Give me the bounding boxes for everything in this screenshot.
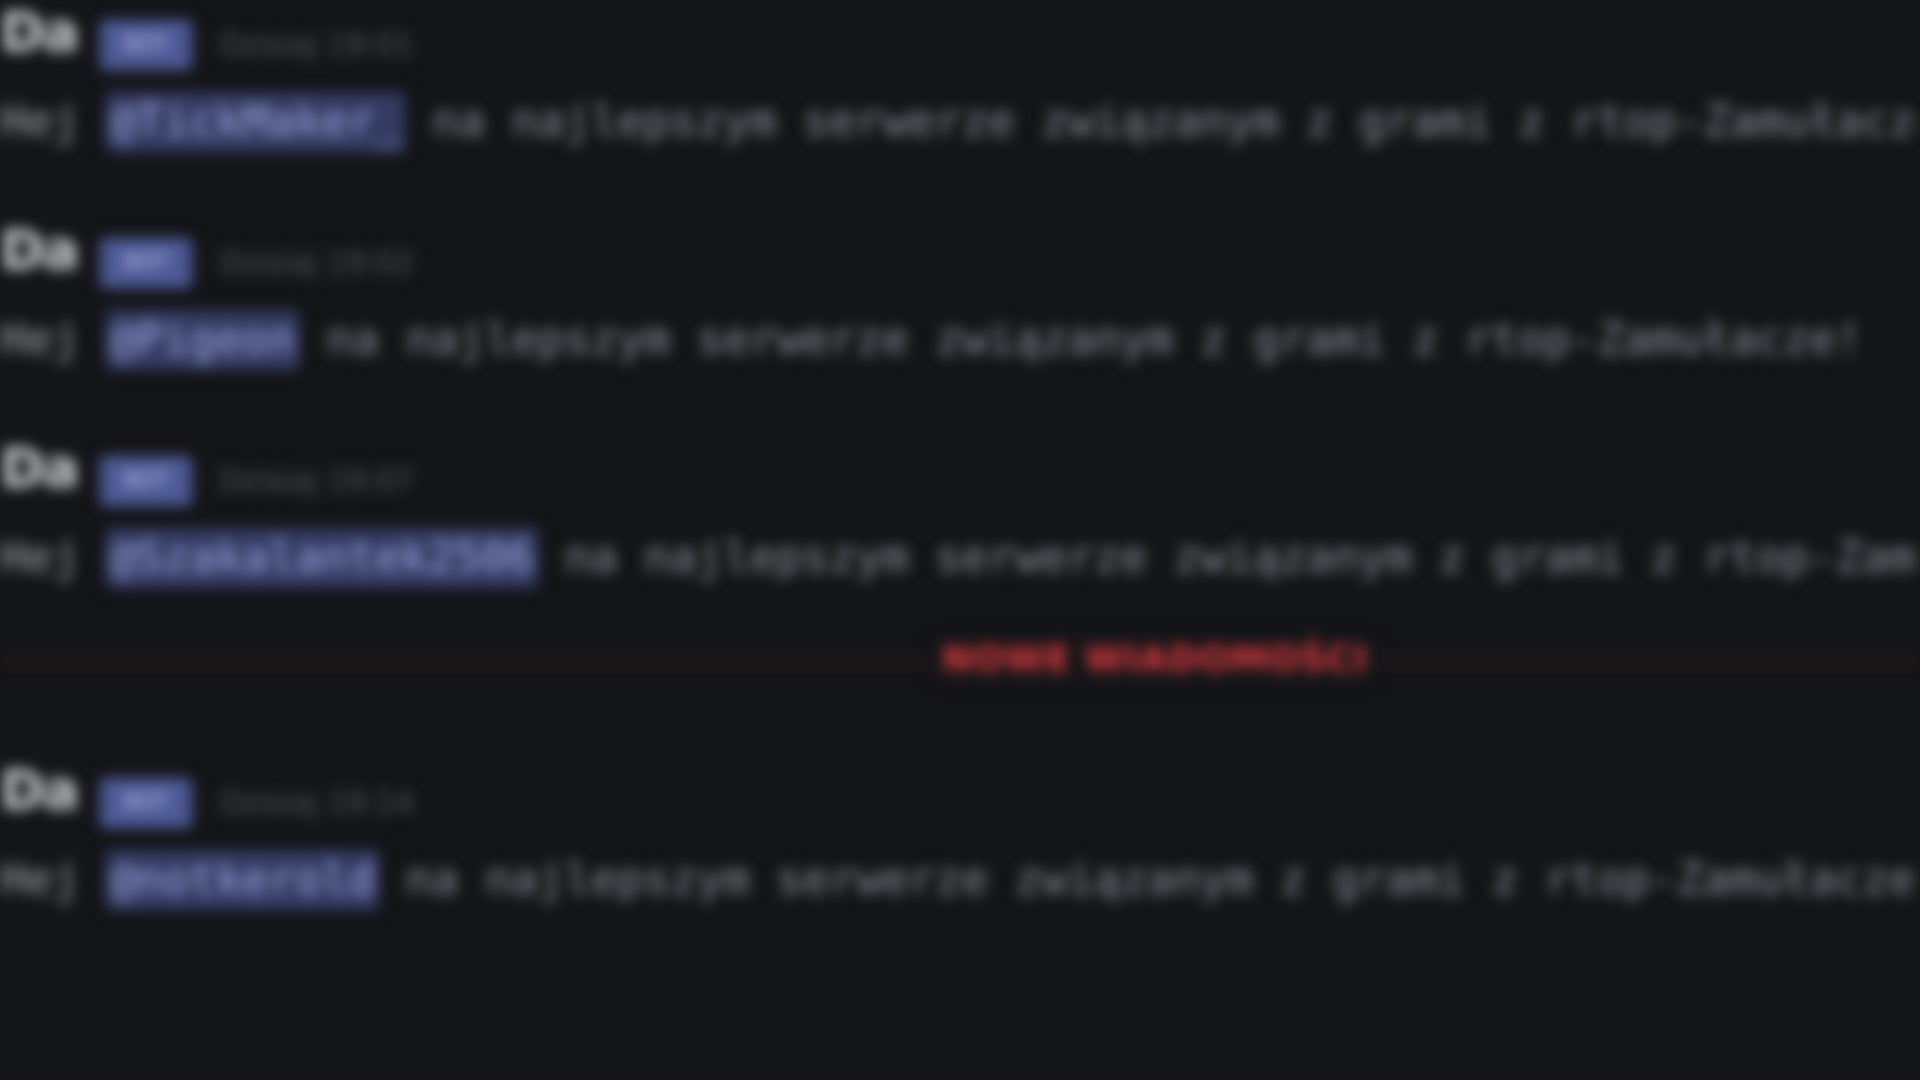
chat-viewport[interactable]: Da BOT Dzisiaj 19:01 Hej @TickMaker_ na …: [0, 0, 1920, 1080]
user-mention[interactable]: @Pigeon: [105, 310, 300, 370]
greeting: Hej: [0, 314, 80, 365]
bot-tag: BOT: [100, 456, 192, 506]
greeting: Hej: [0, 96, 80, 147]
timestamp: Dzisiaj 19:14: [220, 786, 414, 821]
author-name[interactable]: Da: [0, 764, 79, 818]
bot-tag: BOT: [100, 238, 192, 288]
user-mention[interactable]: @notkerold: [105, 850, 379, 910]
timestamp: Dzisiaj 19:07: [220, 464, 414, 499]
author-name[interactable]: Da: [0, 224, 79, 278]
timestamp: Dzisiaj 19:01: [220, 28, 414, 63]
greeting: Hej: [0, 854, 80, 905]
user-mention[interactable]: @TickMaker_: [105, 92, 406, 152]
author-name[interactable]: Da: [0, 6, 79, 60]
message-header: Da BOT Dzisiaj 19:02: [0, 218, 600, 288]
message-content: Hej @TickMaker_ na najlepszym serwerze z…: [0, 92, 1920, 152]
message-content: Hej @Szakalantek2506 na najlepszym serwe…: [0, 528, 1920, 588]
message-header: Da BOT Dzisiaj 19:01: [0, 0, 600, 70]
new-messages-label: NOWE WIADOMOŚCI: [928, 636, 1383, 684]
message-text: na najlepszym serwerze związanym z grami…: [564, 532, 1920, 583]
message-content: Hej @Pigeon na najlepszym serwerze związ…: [0, 310, 1862, 370]
author-name[interactable]: Da: [0, 442, 79, 496]
timestamp: Dzisiaj 19:02: [220, 246, 414, 281]
message-text: na najlepszym serwerze związanym z grami…: [325, 314, 1863, 365]
bot-tag: BOT: [100, 20, 192, 70]
message-content: Hej @notkerold na najlepszym serwerze zw…: [0, 850, 1920, 910]
message-header: Da BOT Dzisiaj 19:07: [0, 436, 600, 506]
bot-tag: BOT: [100, 778, 192, 828]
message-header: Da BOT Dzisiaj 19:14: [0, 758, 600, 828]
message-text: na najlepszym serwerze związanym z grami…: [405, 854, 1920, 905]
user-mention[interactable]: @Szakalantek2506: [105, 528, 538, 588]
message-text: na najlepszym serwerze związanym z grami…: [431, 96, 1920, 147]
greeting: Hej: [0, 532, 80, 583]
